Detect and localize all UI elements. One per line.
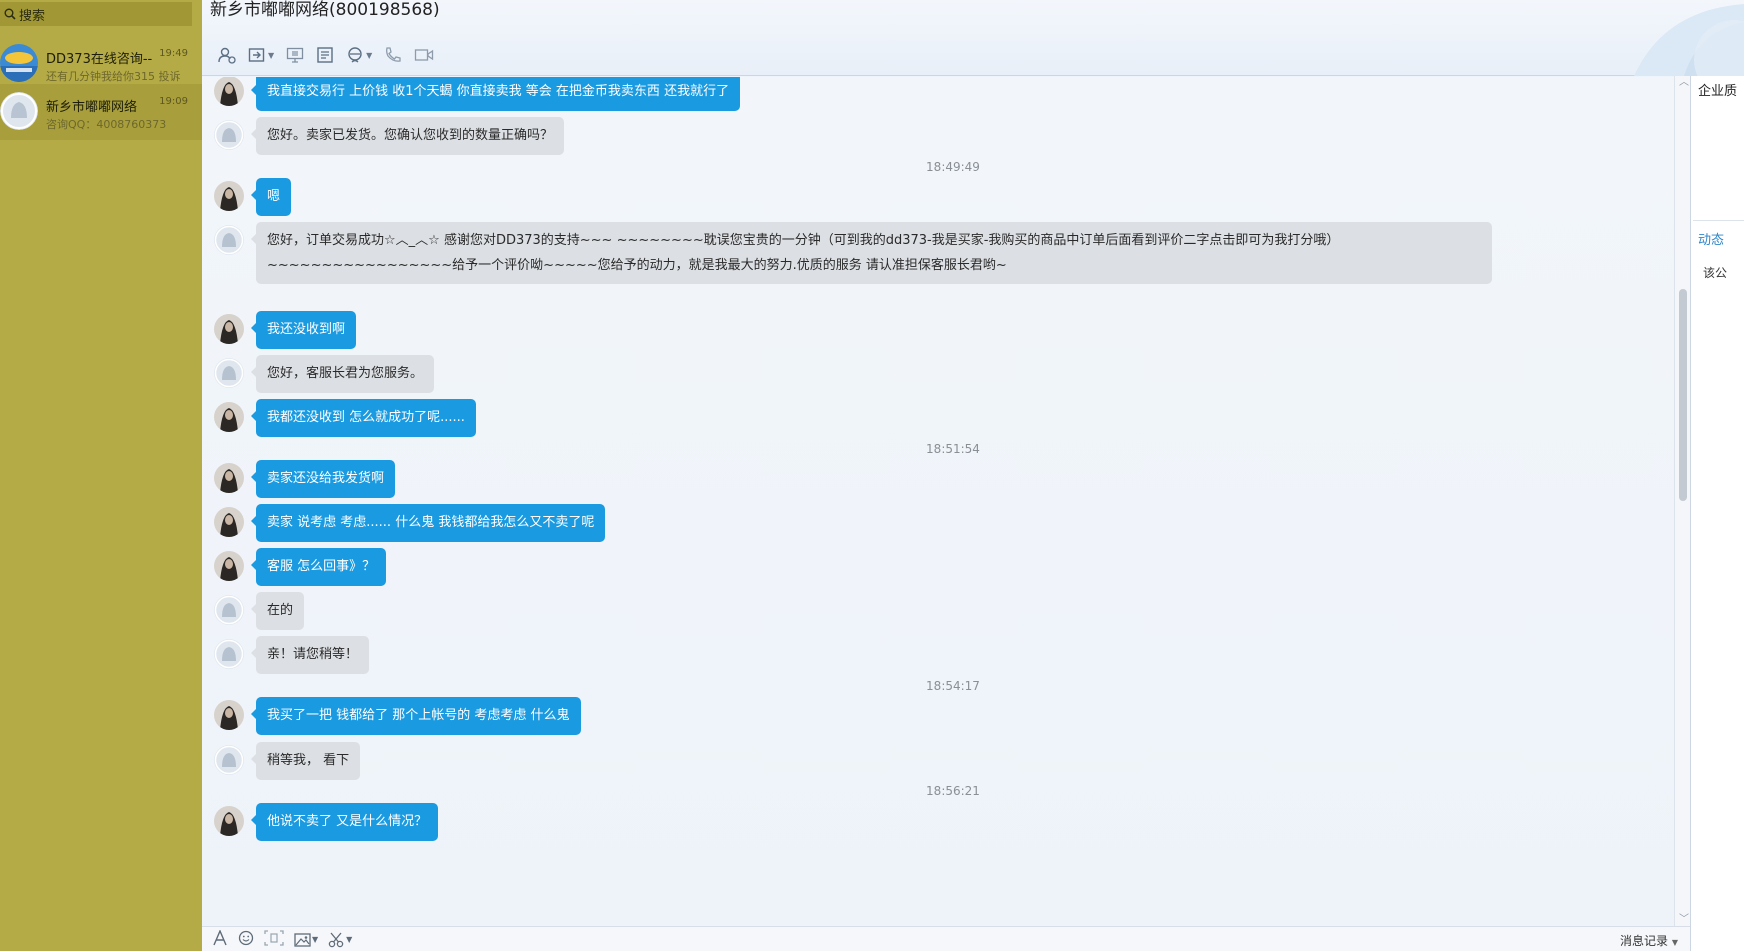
message-bubble: 客服 怎么回事》？: [250, 548, 387, 586]
chat-scrollbar[interactable]: ︿ ﹀: [1674, 76, 1690, 926]
right-info-panel: 企业质 动态 该公: [1690, 76, 1744, 951]
message-bubble: 我还没收到啊: [250, 311, 357, 349]
user-avatar: [214, 551, 244, 581]
scroll-down-icon[interactable]: ﹀: [1679, 910, 1689, 925]
panel-text: 该公: [1703, 266, 1728, 280]
service-avatar: [214, 225, 244, 255]
image-icon[interactable]: ▼: [294, 932, 318, 948]
remote-desktop-icon[interactable]: [282, 44, 308, 66]
user-avatar: [214, 402, 244, 432]
conversation-item-xinxiang[interactable]: 新乡市嘟嘟网络 19:09 咨询QQ：4008760373: [0, 84, 202, 140]
message-bubble: 您好，订单交易成功☆︿_︿☆ 感谢您对DD373的支持~~~ ~~~~~~~~耽…: [251, 222, 1492, 284]
user-avatar: [214, 507, 244, 537]
scissors-icon[interactable]: ▼: [328, 932, 352, 948]
font-icon[interactable]: [212, 929, 228, 949]
conversation-time: 19:09: [159, 96, 188, 107]
scroll-up-icon[interactable]: ︿: [1679, 73, 1689, 88]
input-toolbar: ▼ ▼ 消息记录 ▼: [202, 926, 1690, 951]
message-bubble: 我都还没收到 怎么就成功了呢......: [251, 399, 476, 437]
chevron-down-icon: ▼: [1671, 938, 1678, 947]
service-avatar: [214, 595, 244, 625]
chevron-down-icon: ▼: [268, 50, 275, 60]
user-avatar: [214, 181, 244, 211]
search-box[interactable]: 搜索: [0, 2, 192, 26]
service-avatar: [214, 358, 244, 388]
message-bubble: 卖家还没给我发货啊: [250, 460, 396, 498]
video-call-icon[interactable]: [410, 44, 438, 66]
message-timestamp: 18:51:54: [926, 442, 980, 456]
screenshot-frame-icon[interactable]: [264, 930, 284, 949]
chevron-down-icon: ▼: [366, 50, 373, 60]
user-avatar: [214, 77, 244, 106]
chat-header: 新乡市嘟嘟网络(800198568) ▼ ▼: [202, 0, 1744, 76]
emoji-icon[interactable]: [238, 930, 254, 949]
message-timestamp: 18:49:49: [926, 160, 980, 174]
message-timestamp: 18:54:17: [926, 679, 980, 693]
avatar: [0, 44, 38, 82]
transfer-file-icon[interactable]: ▼: [244, 44, 278, 66]
apps-icon[interactable]: ▼: [342, 44, 376, 66]
conversation-name: 新乡市嘟嘟网络: [46, 100, 138, 115]
message-bubble: 在的: [250, 592, 305, 630]
message-bubble: 亲！请您稍等！: [250, 636, 370, 674]
chat-message-list[interactable]: 我直接交易行 上价钱 收1个天蝎 你直接卖我 等会 在把金币我卖东西 还我就行了…: [202, 77, 1704, 925]
search-icon: [4, 8, 16, 20]
conversation-name: DD373在线咨询--: [46, 52, 153, 67]
chat-title: 新乡市嘟嘟网络(800198568): [210, 0, 440, 20]
message-bubble: 他说不卖了 又是什么情况？: [250, 803, 439, 841]
phone-call-icon[interactable]: [380, 44, 406, 66]
message-history-button[interactable]: 消息记录 ▼: [1620, 932, 1678, 949]
conversation-sidebar: 搜索 DD373在线咨询-- 19:49 还有几分钟我给你315 投诉 新乡市嘟…: [0, 0, 202, 951]
add-contact-icon[interactable]: [214, 44, 240, 66]
history-label: 消息记录: [1620, 934, 1669, 948]
message-bubble: 我买了一把 钱都给了 那个上帐号的 考虑考虑 什么鬼: [251, 697, 581, 735]
avatar: [0, 92, 38, 130]
message-bubble: 您好，客服长君为您服务。: [250, 355, 435, 393]
user-avatar: [214, 700, 244, 730]
message-bubble: 卖家 说考虑 考虑...... 什么鬼 我钱都给我怎么又不卖了呢: [250, 504, 606, 542]
service-avatar: [214, 745, 244, 775]
service-avatar: [214, 639, 244, 669]
conversation-time: 19:49: [159, 48, 188, 59]
user-avatar: [214, 314, 244, 344]
header-decoration: [1484, 0, 1744, 76]
message-bubble: 稍等我， 看下: [250, 742, 361, 780]
chat-toolbar: ▼ ▼: [214, 44, 438, 66]
message-bubble: 您好。卖家已发货。您确认您收到的数量正确吗？: [250, 117, 565, 155]
document-icon[interactable]: [312, 44, 338, 66]
chevron-down-icon: ▼: [346, 935, 353, 944]
message-bubble: 我直接交易行 上价钱 收1个天蝎 你直接卖我 等会 在把金币我卖东西 还我就行了: [250, 77, 741, 111]
user-avatar: [214, 463, 244, 493]
tab-dynamics[interactable]: 动态: [1693, 220, 1744, 254]
chevron-down-icon: ▼: [312, 935, 319, 944]
message-timestamp: 18:56:21: [926, 784, 980, 798]
conversation-preview: 还有几分钟我给你315 投诉: [46, 70, 181, 83]
panel-title: 企业质: [1698, 84, 1738, 99]
conversation-preview: 咨询QQ：4008760373: [46, 118, 167, 131]
scrollbar-thumb[interactable]: [1679, 289, 1687, 501]
user-avatar: [214, 806, 244, 836]
search-label: 搜索: [19, 8, 46, 24]
service-avatar: [214, 120, 244, 150]
message-bubble: 嗯: [250, 178, 292, 216]
